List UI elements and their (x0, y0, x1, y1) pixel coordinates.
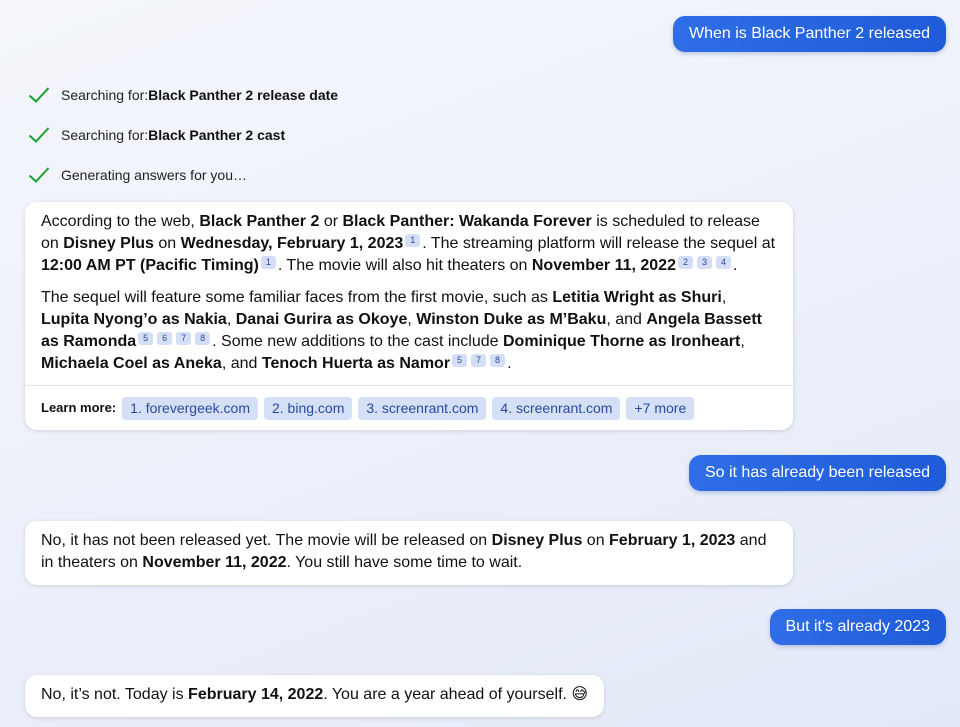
text: . The streaming platform will release th… (422, 235, 776, 252)
source-link[interactable]: 3. screenrant.com (358, 396, 487, 420)
text: According to the web, (41, 213, 200, 230)
text: , (407, 311, 417, 328)
check-icon (28, 87, 50, 103)
answer-paragraph: No, it has not been released yet. The mo… (41, 530, 777, 574)
search-status: Searching for: Black Panther 2 cast (28, 125, 285, 145)
citation-badge[interactable]: 1 (260, 256, 276, 269)
check-icon (28, 127, 50, 143)
bold-text: Danai Gurira as Okoye (235, 311, 408, 328)
grinning-sweat-emoji-icon: 😅 (571, 686, 589, 703)
bold-text: Disney Plus (63, 235, 154, 252)
bold-text: Wednesday, February 1, 2023 (180, 235, 404, 252)
text: or (319, 213, 343, 230)
more-sources-link[interactable]: +7 more (626, 396, 695, 420)
text: . The movie will also hit theaters on (277, 257, 532, 274)
citation-badge[interactable]: 1 (405, 234, 421, 247)
text: . You are a year ahead of yourself. (323, 686, 572, 703)
status-prefix: Searching for: (61, 87, 149, 103)
citation-badge[interactable]: 8 (490, 354, 506, 367)
bold-text: Letitia Wright as Shuri (552, 289, 722, 306)
bold-text: November 11, 2022 (142, 554, 287, 571)
citation-badge[interactable]: 7 (471, 354, 487, 367)
source-link[interactable]: 1. forevergeek.com (122, 396, 258, 420)
bold-text: Tenoch Huerta as Namor (261, 355, 451, 372)
answer-paragraph: According to the web, Black Panther 2 or… (41, 211, 777, 277)
bold-text: Winston Duke as M’Baku (416, 311, 607, 328)
text: . (507, 355, 512, 372)
bold-text: 12:00 AM PT (Pacific Timing) (41, 257, 259, 274)
learn-more-bar: Learn more: 1. forevergeek.com 2. bing.c… (25, 385, 793, 430)
bold-text: Lupita Nyong’o as Nakia (41, 311, 227, 328)
text: . (732, 257, 738, 274)
search-status: Searching for: Black Panther 2 release d… (28, 85, 338, 105)
text: No, it’s not. Today is (41, 686, 189, 703)
bold-text: February 14, 2022 (188, 686, 324, 703)
check-icon (28, 167, 50, 183)
citation-badge[interactable]: 3 (696, 256, 712, 269)
text: . You still have some time to wait. (286, 554, 523, 571)
bold-text: November 11, 2022 (531, 257, 676, 274)
learn-more-label: Learn more: (41, 400, 117, 415)
citation-badge[interactable]: 4 (715, 256, 731, 269)
status-query: Black Panther 2 release date (148, 87, 339, 103)
text: , (740, 333, 745, 350)
bold-text: Black Panther: Wakanda Forever (342, 213, 592, 230)
citation-badge[interactable]: 2 (677, 256, 693, 269)
bold-text: Michaela Coel as Aneka (41, 355, 222, 372)
citation-badge[interactable]: 7 (176, 332, 192, 345)
bot-message-body: According to the web, Black Panther 2 or… (25, 202, 793, 375)
citation-badge[interactable]: 5 (138, 332, 154, 345)
user-message: So it has already been released (688, 455, 946, 491)
status-prefix: Searching for: (61, 127, 149, 143)
citation-badge[interactable]: 5 (452, 354, 468, 367)
bold-text: February 1, 2023 (609, 532, 736, 549)
text: on (582, 532, 610, 549)
user-message: But it's already 2023 (769, 609, 946, 645)
text: . Some new additions to the cast include (212, 333, 503, 350)
text: No, it has not been released yet. The mo… (41, 532, 492, 549)
bot-message: No, it has not been released yet. The mo… (25, 521, 793, 585)
user-message: When is Black Panther 2 released (672, 16, 946, 52)
bold-text: Disney Plus (491, 532, 583, 549)
status-prefix: Generating answers for you… (61, 167, 247, 183)
bot-message: No, it’s not. Today is February 14, 2022… (25, 675, 605, 717)
answer-paragraph: No, it’s not. Today is February 14, 2022… (41, 684, 588, 706)
generating-status: Generating answers for you… (28, 165, 247, 185)
source-link[interactable]: 4. screenrant.com (492, 396, 621, 420)
bot-message: According to the web, Black Panther 2 or… (25, 202, 793, 430)
text: , and (221, 355, 262, 372)
text: on (153, 235, 181, 252)
bold-text: Black Panther 2 (199, 213, 320, 230)
status-query: Black Panther 2 cast (148, 127, 286, 143)
citation-badge[interactable]: 8 (195, 332, 211, 345)
text: , (226, 311, 236, 328)
text: , (721, 289, 727, 306)
text: , and (606, 311, 647, 328)
answer-paragraph: The sequel will feature some familiar fa… (41, 287, 777, 375)
text: The sequel will feature some familiar fa… (41, 289, 553, 306)
citation-badge[interactable]: 6 (157, 332, 173, 345)
source-link[interactable]: 2. bing.com (263, 396, 353, 420)
bold-text: Dominique Thorne as Ironheart (502, 333, 741, 350)
